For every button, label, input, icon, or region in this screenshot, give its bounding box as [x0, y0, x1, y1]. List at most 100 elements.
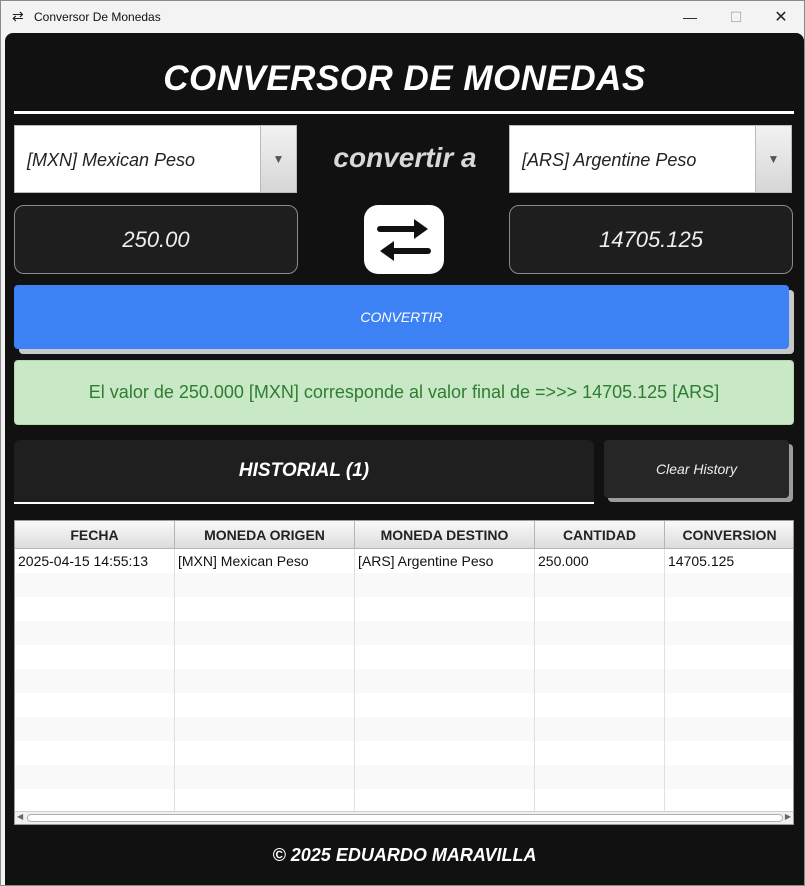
table-cell	[665, 597, 793, 621]
title-divider	[14, 111, 794, 114]
table-cell	[535, 789, 665, 813]
horizontal-scrollbar[interactable]: ◀ ▶	[15, 811, 793, 824]
from-currency-value: [MXN] Mexican Peso	[27, 150, 196, 170]
column-header[interactable]: CANTIDAD	[535, 521, 665, 548]
table-cell	[175, 621, 355, 645]
table-cell	[535, 645, 665, 669]
amount-input[interactable]: 250.00	[14, 205, 298, 274]
table-cell	[355, 741, 535, 765]
table-cell	[175, 765, 355, 789]
table-cell	[175, 741, 355, 765]
table-cell	[175, 669, 355, 693]
swap-currencies-button[interactable]	[364, 205, 444, 274]
column-header[interactable]: CONVERSION	[665, 521, 793, 548]
title-bar[interactable]: ⇄ Conversor De Monedas — ☐ ✕	[1, 1, 804, 33]
table-cell	[535, 621, 665, 645]
table-row[interactable]	[15, 597, 793, 621]
table-cell	[175, 693, 355, 717]
result-message: El valor de 250.000 [MXN] corresponde al…	[14, 360, 794, 425]
table-cell	[665, 765, 793, 789]
table-row[interactable]	[15, 645, 793, 669]
table-cell	[535, 573, 665, 597]
table-cell	[175, 717, 355, 741]
convert-to-label: convertir a	[333, 142, 477, 173]
from-currency-select[interactable]: [MXN] Mexican Peso ▼	[14, 125, 297, 193]
page-title: CONVERSOR DE MONEDAS	[163, 59, 646, 98]
table-cell	[355, 765, 535, 789]
window-title: Conversor De Monedas	[34, 10, 161, 24]
table-cell	[355, 717, 535, 741]
table-cell	[15, 717, 175, 741]
dropdown-arrow-glyph: ▼	[272, 152, 285, 166]
table-cell	[535, 717, 665, 741]
table-cell	[15, 621, 175, 645]
table-cell	[355, 645, 535, 669]
table-cell	[665, 693, 793, 717]
table-cell	[15, 669, 175, 693]
table-cell	[15, 789, 175, 813]
to-currency-value: [ARS] Argentine Peso	[522, 150, 697, 170]
history-title: HISTORIAL (1)	[14, 440, 594, 504]
table-cell	[175, 645, 355, 669]
clear-history-button[interactable]: Clear History	[604, 440, 789, 498]
table-cell: 2025-04-15 14:55:13	[15, 549, 175, 573]
table-cell: 250.000	[535, 549, 665, 573]
table-row[interactable]	[15, 693, 793, 717]
table-cell	[15, 645, 175, 669]
app-window: ⇄ Conversor De Monedas — ☐ ✕ CONVERSOR D…	[0, 0, 805, 886]
scroll-right-icon[interactable]: ▶	[785, 812, 791, 821]
close-icon: ✕	[774, 9, 788, 26]
table-cell	[665, 621, 793, 645]
table-cell	[355, 597, 535, 621]
dropdown-arrow-glyph: ▼	[767, 152, 780, 166]
table-row[interactable]	[15, 717, 793, 741]
swap-arrows-icon	[377, 218, 431, 261]
table-cell	[535, 765, 665, 789]
history-table: FECHA MONEDA ORIGEN MONEDA DESTINO CANTI…	[14, 520, 794, 825]
table-cell	[535, 597, 665, 621]
table-cell	[665, 645, 793, 669]
table-cell	[665, 717, 793, 741]
table-cell	[355, 693, 535, 717]
table-cell	[15, 741, 175, 765]
table-cell	[355, 573, 535, 597]
table-cell	[15, 597, 175, 621]
column-header[interactable]: MONEDA DESTINO	[355, 521, 535, 548]
table-row[interactable]	[15, 765, 793, 789]
table-row[interactable]	[15, 621, 793, 645]
minimize-button[interactable]: —	[667, 1, 713, 33]
close-button[interactable]: ✕	[758, 1, 804, 33]
chevron-down-icon[interactable]: ▼	[260, 126, 296, 192]
table-cell: 14705.125	[665, 549, 793, 573]
table-cell	[535, 693, 665, 717]
table-cell	[355, 789, 535, 813]
table-row[interactable]: 2025-04-15 14:55:13 [MXN] Mexican Peso […	[15, 549, 793, 573]
table-row[interactable]	[15, 573, 793, 597]
minimize-icon: —	[683, 9, 697, 25]
convert-button[interactable]: CONVERTIR	[14, 285, 789, 349]
maximize-icon: ☐	[729, 8, 743, 25]
scrollbar-thumb[interactable]	[27, 814, 783, 822]
table-cell	[535, 741, 665, 765]
column-header[interactable]: FECHA	[15, 521, 175, 548]
table-cell	[15, 693, 175, 717]
table-row[interactable]	[15, 669, 793, 693]
table-cell: [MXN] Mexican Peso	[175, 549, 355, 573]
table-cell: [ARS] Argentine Peso	[355, 549, 535, 573]
table-cell	[665, 741, 793, 765]
swap-icon: ⇄	[12, 8, 24, 24]
maximize-button[interactable]: ☐	[713, 1, 759, 33]
table-cell	[15, 765, 175, 789]
column-header[interactable]: MONEDA ORIGEN	[175, 521, 355, 548]
table-row[interactable]	[15, 789, 793, 813]
table-cell	[15, 573, 175, 597]
scroll-left-icon[interactable]: ◀	[17, 812, 23, 821]
chevron-down-icon[interactable]: ▼	[755, 126, 791, 192]
main-panel: CONVERSOR DE MONEDAS [MXN] Mexican Peso …	[5, 33, 804, 885]
table-cell	[355, 669, 535, 693]
to-currency-select[interactable]: [ARS] Argentine Peso ▼	[509, 125, 792, 193]
footer-credit: © 2025 EDUARDO MARAVILLA	[272, 845, 537, 865]
table-cell	[665, 573, 793, 597]
table-cell	[355, 621, 535, 645]
table-row[interactable]	[15, 741, 793, 765]
